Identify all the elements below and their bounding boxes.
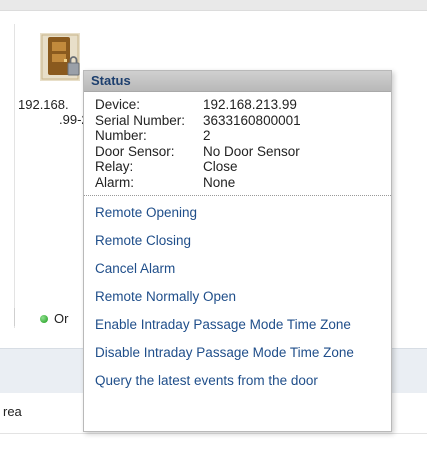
query-latest-events-link[interactable]: Query the latest events from the door (84, 367, 391, 395)
info-label: Serial Number: (95, 112, 186, 128)
remote-normally-open-link[interactable]: Remote Normally Open (84, 283, 391, 311)
info-row-alarm: Alarm: None (95, 175, 391, 191)
remote-closing-link[interactable]: Remote Closing (84, 227, 391, 255)
action-menu: Remote Opening Remote Closing Cancel Ala… (84, 195, 391, 395)
info-row-relay: Relay: Close (95, 159, 391, 175)
info-value: No Door Sensor (203, 143, 300, 159)
divider (14, 308, 15, 326)
top-bar (0, 0, 427, 11)
info-value: None (203, 174, 236, 190)
info-row-number: Number: 2 (95, 128, 391, 144)
info-row-door-sensor: Door Sensor: No Door Sensor (95, 144, 391, 160)
disable-passage-mode-link[interactable]: Disable Intraday Passage Mode Time Zone (84, 339, 391, 367)
info-value: 3633160800001 (203, 112, 301, 128)
info-row-device: Device: 192.168.213.99 (95, 97, 391, 113)
door-lock-icon[interactable] (40, 33, 80, 81)
status-dot-icon (40, 314, 48, 323)
info-label: Number: (95, 128, 147, 143)
cancel-alarm-link[interactable]: Cancel Alarm (84, 255, 391, 283)
device-info: Device: 192.168.213.99 Serial Number: 36… (84, 92, 391, 190)
info-value: 2 (203, 128, 211, 143)
info-row-serial: Serial Number: 3633160800001 (95, 113, 391, 129)
info-value: 192.168.213.99 (203, 97, 297, 112)
online-status: Or (40, 311, 68, 326)
panel-border (14, 24, 15, 328)
info-label: Alarm: (95, 174, 135, 190)
info-value: Close (203, 159, 238, 174)
info-label: Door Sensor: (95, 143, 175, 159)
device-label[interactable]: 192.168. (18, 97, 69, 112)
status-text: Or (54, 311, 69, 326)
info-label: Device: (95, 97, 141, 112)
popup-title: Status (84, 71, 391, 92)
area-cell: rea (3, 404, 22, 419)
remote-opening-link[interactable]: Remote Opening (84, 199, 391, 227)
enable-passage-mode-link[interactable]: Enable Intraday Passage Mode Time Zone (84, 311, 391, 339)
status-popup: Status Device: 192.168.213.99 Serial Num… (83, 70, 392, 432)
info-label: Relay: (95, 159, 134, 174)
